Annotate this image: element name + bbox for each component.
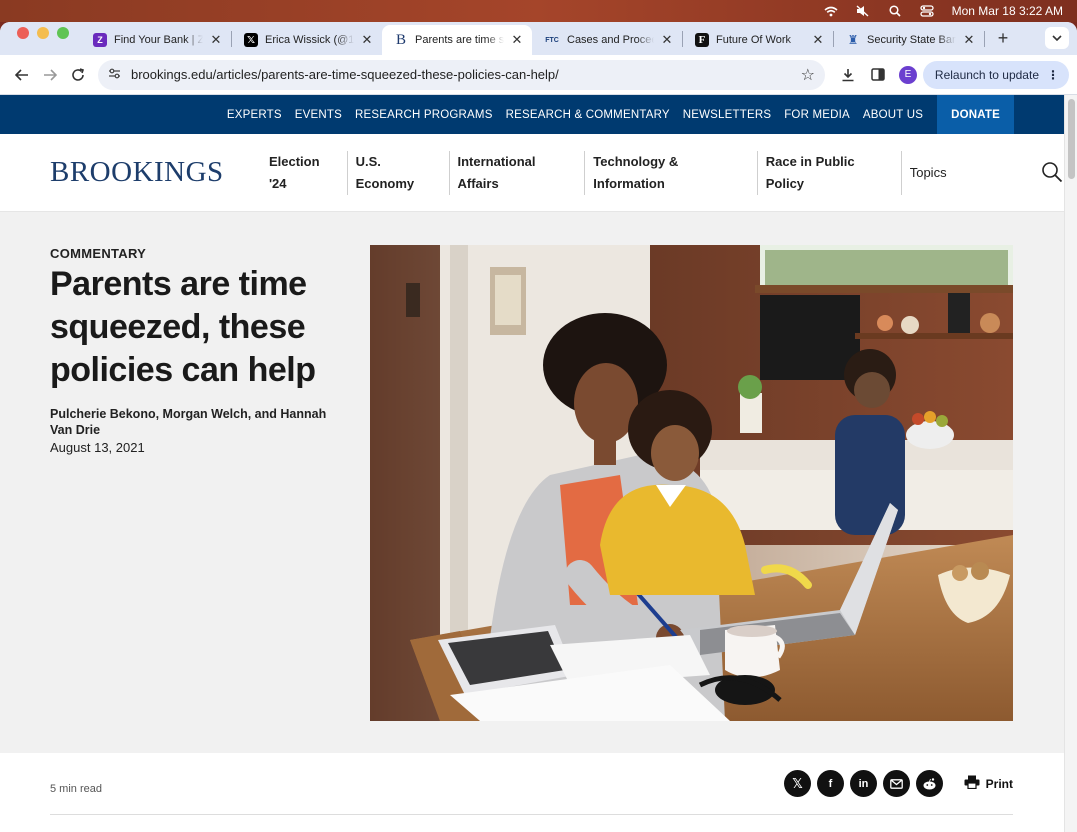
kebab-menu-icon[interactable]: ⋮ bbox=[1047, 68, 1059, 82]
mute-icon[interactable] bbox=[856, 5, 870, 17]
divider bbox=[50, 814, 1013, 815]
side-panel-icon[interactable] bbox=[863, 61, 893, 89]
bank-favicon-icon: ♜ bbox=[847, 33, 859, 47]
url-text[interactable]: brookings.edu/articles/parents-are-time-… bbox=[131, 67, 801, 82]
back-button[interactable] bbox=[8, 61, 36, 89]
web-page: EXPERTS EVENTS RESEARCH PROGRAMS RESEARC… bbox=[0, 95, 1064, 832]
new-tab-button[interactable]: + bbox=[993, 28, 1013, 49]
article-kicker[interactable]: COMMENTARY bbox=[50, 246, 146, 261]
share-reddit-icon[interactable] bbox=[916, 770, 943, 797]
fullscreen-window-button[interactable] bbox=[57, 27, 69, 39]
ftc-favicon-icon: FTC bbox=[545, 36, 559, 44]
tab-strip: Z Find Your Bank | Ze ✕ 𝕏 Erica Wissick … bbox=[0, 22, 1077, 55]
tab-close-icon[interactable]: ✕ bbox=[510, 32, 524, 48]
browser-toolbar: brookings.edu/articles/parents-are-time-… bbox=[0, 55, 1077, 95]
close-window-button[interactable] bbox=[17, 27, 29, 39]
tab-cases-proceedings[interactable]: FTC Cases and Proceed ✕ bbox=[532, 25, 682, 55]
menubar-clock[interactable]: Mon Mar 18 3:22 AM bbox=[952, 4, 1063, 18]
macos-menubar: Mon Mar 18 3:22 AM bbox=[0, 0, 1077, 22]
article-hero: COMMENTARY Parents are time squeezed, th… bbox=[0, 212, 1064, 753]
utility-nav-newsletters[interactable]: NEWSLETTERS bbox=[683, 109, 771, 121]
tab-close-icon[interactable]: ✕ bbox=[660, 32, 674, 48]
site-header: BROOKINGS Election '24 U.S. Economy Inte… bbox=[0, 134, 1064, 212]
f-favicon-icon: F bbox=[695, 33, 709, 47]
utility-nav: EXPERTS EVENTS RESEARCH PROGRAMS RESEARC… bbox=[0, 95, 1064, 134]
relaunch-label: Relaunch to update bbox=[934, 67, 1039, 82]
read-time: 5 min read bbox=[50, 783, 102, 795]
bookmark-star-icon[interactable]: ☆ bbox=[801, 65, 815, 85]
tab-title: Future Of Work bbox=[716, 34, 791, 46]
nav-us-economy[interactable]: U.S. Economy bbox=[348, 150, 450, 195]
utility-nav-research-commentary[interactable]: RESEARCH & COMMENTARY bbox=[506, 109, 670, 121]
search-icon[interactable] bbox=[888, 5, 902, 17]
tab-title: Security State Bank bbox=[867, 34, 956, 46]
share-x-icon[interactable]: 𝕏 bbox=[784, 770, 811, 797]
tab-parents-article[interactable]: B Parents are time squ ✕ bbox=[382, 25, 532, 55]
nav-international-affairs[interactable]: International Affairs bbox=[450, 150, 586, 195]
article-date: August 13, 2021 bbox=[50, 440, 145, 455]
profile-avatar[interactable]: E bbox=[898, 65, 917, 84]
brookings-favicon-icon: B bbox=[395, 31, 406, 48]
tab-title: Parents are time squ bbox=[415, 34, 504, 46]
nav-technology-information[interactable]: Technology & Information bbox=[585, 150, 758, 195]
utility-nav-research-programs[interactable]: RESEARCH PROGRAMS bbox=[355, 109, 493, 121]
browser-window: Z Find Your Bank | Ze ✕ 𝕏 Erica Wissick … bbox=[0, 22, 1077, 832]
scrollbar-thumb[interactable] bbox=[1068, 99, 1075, 179]
share-email-icon[interactable] bbox=[883, 770, 910, 797]
control-center-icon[interactable] bbox=[919, 5, 934, 17]
nav-election-24[interactable]: Election '24 bbox=[261, 150, 348, 195]
tab-erica-wissick[interactable]: 𝕏 Erica Wissick (@11t ✕ bbox=[232, 25, 382, 55]
utility-nav-experts[interactable]: EXPERTS bbox=[227, 109, 282, 121]
tab-security-state-bank[interactable]: ♜ Security State Bank ✕ bbox=[834, 25, 984, 55]
article-meta-bar: 5 min read 𝕏 f in Print bbox=[0, 753, 1064, 832]
site-settings-icon[interactable] bbox=[108, 68, 121, 82]
share-linkedin-icon[interactable]: in bbox=[850, 770, 877, 797]
share-facebook-icon[interactable]: f bbox=[817, 770, 844, 797]
nav-topics[interactable]: Topics bbox=[902, 162, 955, 184]
article-authors[interactable]: Pulcherie Bekono, Morgan Welch, and Hann… bbox=[50, 406, 340, 438]
brookings-logo[interactable]: BROOKINGS bbox=[50, 156, 261, 189]
utility-nav-for-media[interactable]: FOR MEDIA bbox=[784, 109, 850, 121]
tab-title: Find Your Bank | Ze bbox=[114, 34, 203, 46]
article-title: Parents are time squeezed, these policie… bbox=[50, 265, 316, 389]
utility-nav-events[interactable]: EVENTS bbox=[295, 109, 342, 121]
window-controls bbox=[0, 27, 81, 50]
tab-title: Cases and Proceed bbox=[567, 34, 654, 46]
tab-title: Erica Wissick (@11t bbox=[265, 34, 354, 46]
hero-photo bbox=[370, 245, 1013, 721]
relaunch-button[interactable]: Relaunch to update ⋮ bbox=[922, 60, 1069, 89]
printer-icon bbox=[964, 775, 980, 792]
page-scrollbar[interactable] bbox=[1064, 95, 1077, 832]
site-search-icon[interactable] bbox=[1041, 161, 1064, 185]
tab-search-chevron-icon[interactable] bbox=[1045, 27, 1069, 49]
reload-button[interactable] bbox=[64, 61, 92, 89]
wifi-icon[interactable] bbox=[824, 5, 838, 17]
download-icon[interactable] bbox=[833, 61, 863, 89]
tab-separator bbox=[984, 30, 985, 47]
tab-close-icon[interactable]: ✕ bbox=[360, 32, 374, 48]
tab-close-icon[interactable]: ✕ bbox=[209, 32, 223, 48]
print-label: Print bbox=[985, 776, 1013, 791]
donate-button[interactable]: DONATE bbox=[937, 95, 1014, 134]
minimize-window-button[interactable] bbox=[37, 27, 49, 39]
tab-close-icon[interactable]: ✕ bbox=[811, 32, 825, 48]
share-buttons: 𝕏 f in bbox=[784, 770, 943, 797]
print-button[interactable]: Print bbox=[964, 775, 1013, 792]
x-favicon-icon: 𝕏 bbox=[244, 33, 258, 47]
tab-future-of-work[interactable]: F Future Of Work ✕ bbox=[683, 25, 833, 55]
tab-find-your-bank[interactable]: Z Find Your Bank | Ze ✕ bbox=[81, 25, 231, 55]
tab-close-icon[interactable]: ✕ bbox=[962, 32, 976, 48]
zelle-favicon-icon: Z bbox=[93, 33, 107, 47]
hero-photo-illustration bbox=[370, 245, 1013, 721]
address-bar[interactable]: brookings.edu/articles/parents-are-time-… bbox=[98, 59, 825, 90]
nav-race-public-policy[interactable]: Race in Public Policy bbox=[758, 150, 902, 195]
main-nav: Election '24 U.S. Economy International … bbox=[261, 150, 955, 195]
utility-nav-about-us[interactable]: ABOUT US bbox=[863, 109, 923, 121]
forward-button[interactable] bbox=[36, 61, 64, 89]
